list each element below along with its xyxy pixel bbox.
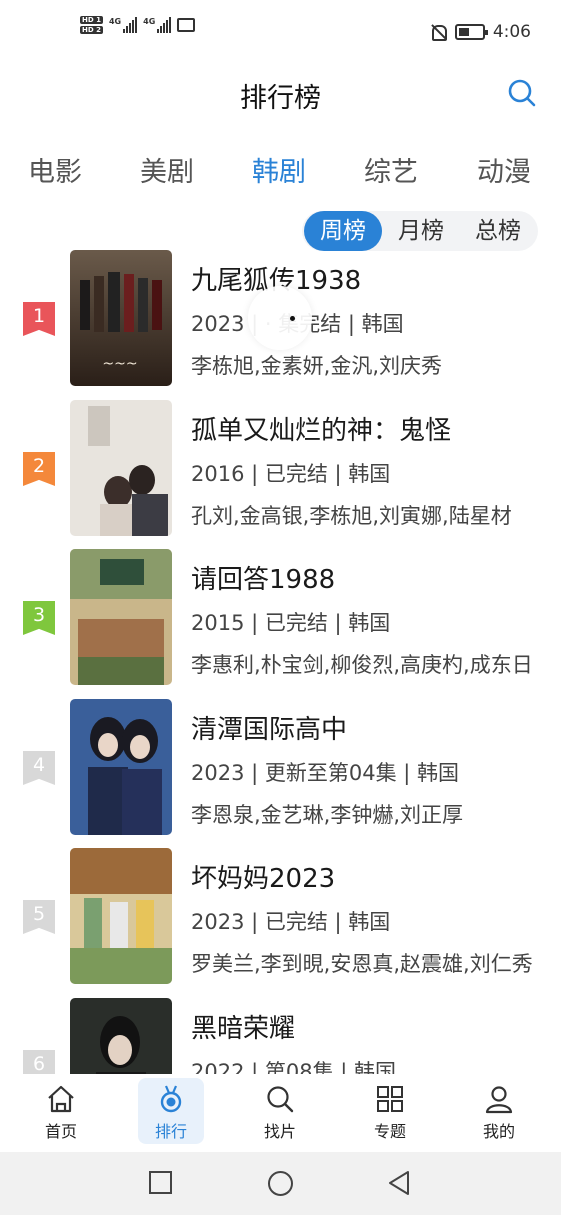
nav-ranking[interactable]: 排行 [138, 1078, 204, 1144]
period-switch: 周榜 月榜 总榜 [302, 211, 538, 251]
hd1-badge: HD 1 [80, 16, 103, 24]
drama-meta: 2023 | 更新至第04集 | 韩国 [191, 761, 460, 785]
nav-home-label: 首页 [44, 1122, 77, 1141]
back-icon[interactable] [386, 1170, 412, 1196]
ranking-list: 1 ~~~ 九尾狐传1938 2023 | · 集完结 | 韩国 李栋旭,金素妍… [0, 248, 561, 1074]
signal-icon: 4G [108, 17, 138, 33]
list-item[interactable]: 2 孤单又灿烂的神：鬼怪 2016 | 已完结 | 韩国 孔刘,金高银,李栋旭,… [0, 400, 561, 536]
drama-title: 坏妈妈2023 [191, 864, 336, 894]
tab-movie[interactable]: 电影 [28, 150, 82, 189]
header: 排行榜 [0, 62, 561, 126]
mute-bell-icon [429, 23, 447, 41]
battery-icon [454, 24, 488, 40]
rank-badge: 5 [23, 900, 55, 934]
nav-topics[interactable]: 专题 [357, 1078, 423, 1144]
nav-home[interactable]: 首页 [28, 1078, 94, 1144]
nav-topics-label: 专题 [373, 1122, 406, 1141]
poster-image [70, 998, 172, 1074]
nav-mine[interactable]: 我的 [466, 1078, 532, 1144]
drama-title: 黑暗荣耀 [191, 1014, 296, 1044]
rank-badge: 4 [23, 751, 55, 785]
rank-badge: 3 [23, 601, 55, 635]
period-total[interactable]: 总榜 [460, 211, 536, 251]
rank-badge: 1 [23, 302, 55, 336]
tab-anime[interactable]: 动漫 [477, 150, 531, 189]
search-icon [267, 1086, 294, 1113]
home-circle-icon[interactable] [267, 1170, 294, 1197]
system-nav-bar [0, 1152, 561, 1215]
drama-meta: 2022 | 第08集 | 韩国 [191, 1060, 397, 1074]
poster-image [70, 400, 172, 536]
home-icon [48, 1085, 74, 1113]
bottom-nav: 首页 排行 找片 专题 我的 [0, 1074, 561, 1152]
drama-cast: 罗美兰,李到晛,安恩真,赵震雄,刘仁秀 [191, 952, 533, 976]
poster-image: ~~~ [70, 250, 172, 386]
drama-cast: 李惠利,朴宝剑,柳俊烈,高庚杓,成东日 [191, 653, 533, 677]
poster-image [70, 699, 172, 835]
drama-title: 请回答1988 [191, 565, 336, 595]
signal-icon-2: 4G [143, 17, 172, 33]
drama-cast: 孔刘,金高银,李栋旭,刘寅娜,陆星材 [191, 504, 512, 528]
drama-meta: 2023 | 已完结 | 韩国 [191, 910, 391, 934]
poster-image [70, 549, 172, 685]
tab-korean-drama[interactable]: 韩剧 [252, 150, 306, 189]
list-item[interactable]: 5 坏妈妈2023 2023 | 已完结 | 韩国 罗美兰,李到晛,安恩真,赵震… [0, 848, 561, 984]
hd2-badge: HD 2 [80, 26, 103, 34]
period-monthly[interactable]: 月榜 [382, 211, 460, 251]
recent-apps-icon[interactable] [148, 1170, 174, 1196]
drama-cast: 李恩泉,金艺琳,李钟爀,刘正厚 [191, 803, 464, 827]
user-icon [485, 1086, 513, 1114]
drama-meta: 2016 | 已完结 | 韩国 [191, 462, 391, 486]
medal-icon [160, 1085, 182, 1113]
hd-indicator: HD 1 HD 2 [80, 16, 103, 34]
nav-mine-label: 我的 [482, 1122, 515, 1141]
poster-image [70, 848, 172, 984]
category-tabs: 电影 美剧 韩剧 综艺 动漫 [0, 150, 561, 194]
rank-badge: 2 [23, 452, 55, 486]
nav-find[interactable]: 找片 [247, 1078, 313, 1144]
drama-cast: 李栋旭,金素妍,金汎,刘庆秀 [191, 354, 443, 378]
network-type-2: 4G [143, 17, 156, 26]
nav-find-label: 找片 [263, 1122, 296, 1141]
period-weekly[interactable]: 周榜 [304, 211, 382, 251]
status-bar: HD 1 HD 2 4G 4G 4:06 [0, 0, 561, 62]
grid-icon [377, 1086, 403, 1112]
drama-title: 孤单又灿烂的神：鬼怪 [191, 416, 452, 446]
drama-meta: 2015 | 已完结 | 韩国 [191, 611, 391, 635]
network-type-1: 4G [108, 17, 122, 26]
list-item[interactable]: 6 黑暗荣耀 2022 | 第08集 | 韩国 [0, 998, 561, 1074]
tab-variety[interactable]: 综艺 [364, 150, 418, 189]
list-item[interactable]: 3 请回答1988 2015 | 已完结 | 韩国 李惠利,朴宝剑,柳俊烈,高庚… [0, 549, 561, 685]
tab-us-drama[interactable]: 美剧 [140, 150, 194, 189]
notification-app-icon [177, 18, 196, 32]
page-title: 排行榜 [240, 83, 321, 114]
nav-ranking-label: 排行 [154, 1122, 187, 1141]
clock: 4:06 [492, 22, 531, 42]
svg-text:~~~: ~~~ [102, 356, 137, 372]
drama-title: 清潭国际高中 [191, 715, 348, 745]
touch-indicator [248, 286, 312, 350]
search-icon[interactable] [507, 78, 537, 108]
list-item[interactable]: 4 清潭国际高中 2023 | 更新至第04集 | 韩国 李恩泉,金艺琳,李钟爀… [0, 699, 561, 835]
rank-badge: 6 [23, 1050, 55, 1074]
